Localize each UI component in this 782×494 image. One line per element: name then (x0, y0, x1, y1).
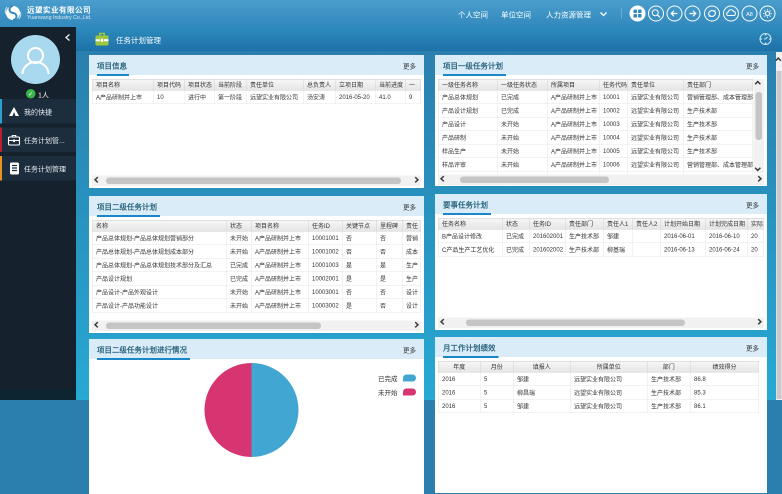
svg-text:A8: A8 (746, 12, 753, 18)
